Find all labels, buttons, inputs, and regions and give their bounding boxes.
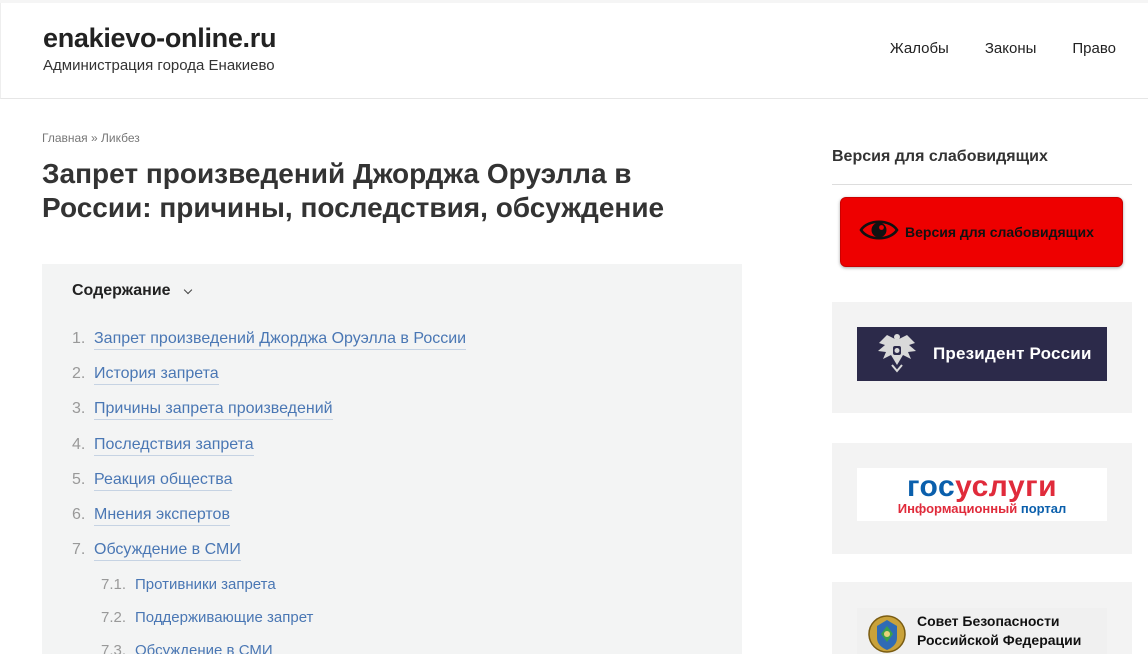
toc-item-number: 2. [72,365,86,383]
toc-link[interactable]: Последствия запрета [94,436,254,456]
breadcrumb: Главная » Ликбез [42,131,140,145]
visually-impaired-button[interactable]: Версия для слабовидящих [840,197,1123,267]
gosuslugi-subtitle-informational: Информационный [897,500,1018,516]
gosuslugi-logo: госуслуги [906,469,1058,503]
toc-toggle[interactable]: Содержание [72,282,192,300]
toc-item: 5. Реакция общества [72,471,466,506]
toc-link[interactable]: Запрет произведений Джорджа Оруэлла в Ро… [94,330,467,350]
site-description: Администрация города Енакиево [43,57,275,74]
toc-subitem-number: 7.1. [101,576,127,594]
security-council-line2: Российской Федерации [917,632,1082,648]
president-widget: Президент России [832,302,1132,413]
toc-link[interactable]: Обсуждение в СМИ [94,541,241,562]
sidebar-divider [832,184,1132,185]
site-title-link[interactable]: enakievo-online.ru [43,23,276,54]
toc-list: 1. Запрет произведений Джорджа Оруэлла в … [72,330,467,654]
toc-subitem-number: 7.2. [101,609,127,627]
toc-item-number: 6. [72,505,86,523]
table-of-contents: Содержание 1. Запрет произведений Джорджа… [42,264,742,654]
gosuslugi-widget: госуслуги Информационный портал [832,443,1132,554]
toc-item-number: 4. [72,435,86,453]
breadcrumb-separator: » [87,131,102,145]
toc-item-number: 3. [72,400,86,418]
toc-item: 4. Последствия запрета [72,436,466,471]
toc-link[interactable]: Реакция общества [94,471,233,491]
toc-item: 2. История запрета [72,365,466,400]
security-council-line1: Совет Безопасности [917,613,1060,629]
nav-item-complaints[interactable]: Жалобы [890,40,949,57]
toc-item: 3. Причины запрета произведений [72,400,466,435]
toc-link[interactable]: Мнения экспертов [94,506,230,526]
toc-link[interactable]: Причины запрета произведений [94,400,333,421]
gosuslugi-subtitle-portal: портал [1017,500,1067,516]
nav-item-laws[interactable]: Законы [985,40,1037,57]
breadcrumb-current[interactable]: Ликбез [101,131,140,145]
gosuslugi-banner-link[interactable]: госуслуги Информационный портал [857,468,1107,521]
chevron-down-icon [183,285,192,294]
main-nav: Жалобы Законы Право [890,40,1116,57]
toc-item-number: 5. [72,470,86,488]
site-header: enakievo-online.ru Администрация города … [0,3,1148,99]
toc-item: 1. Запрет произведений Джорджа Оруэлла в … [72,330,467,365]
toc-sublink[interactable]: Поддерживающие запрет [135,609,313,626]
toc-item-number: 7. [72,541,86,559]
president-banner-link[interactable]: Президент России [857,327,1107,381]
toc-subitem: 7.2. Поддерживающие запрет [72,609,466,642]
breadcrumb-home[interactable]: Главная [42,131,88,145]
gosuslugi-logo-gos: гос [906,469,956,503]
president-banner-text: Президент России [933,344,1092,363]
security-council-banner-link[interactable]: Совет Безопасности Российской Федерации [857,608,1107,654]
security-council-text: Совет Безопасности Российской Федерации [917,612,1081,650]
eagle-emblem-icon [875,331,919,378]
toc-heading: Содержание [72,282,171,299]
toc-subitem-number: 7.3. [101,642,127,654]
toc-sublink[interactable]: Противники запрета [135,576,276,593]
security-council-emblem-icon [867,612,907,654]
gosuslugi-logo-uslugi: услуги [955,469,1058,503]
toc-link[interactable]: История запрета [94,365,219,386]
security-council-widget: Совет Безопасности Российской Федерации [832,582,1132,654]
toc-item-number: 1. [72,330,86,347]
eye-icon [859,216,899,249]
sidebar-title: Версия для слабовидящих [832,148,1048,165]
toc-subitem: 7.1. Противники запрета [72,576,466,609]
toc-item: 6. Мнения экспертов [72,506,466,541]
nav-item-law[interactable]: Право [1072,40,1116,57]
visually-impaired-label: Версия для слабовидящих [905,224,1094,240]
gosuslugi-subtitle: Информационный портал [898,501,1067,517]
toc-subitem: 7.3. Обсуждение в СМИ [72,642,466,654]
toc-item: 7. Обсуждение в СМИ [72,541,466,576]
page-title: Запрет произведений Джорджа Оруэлла в Ро… [42,158,665,223]
toc-sublink[interactable]: Обсуждение в СМИ [135,642,273,654]
